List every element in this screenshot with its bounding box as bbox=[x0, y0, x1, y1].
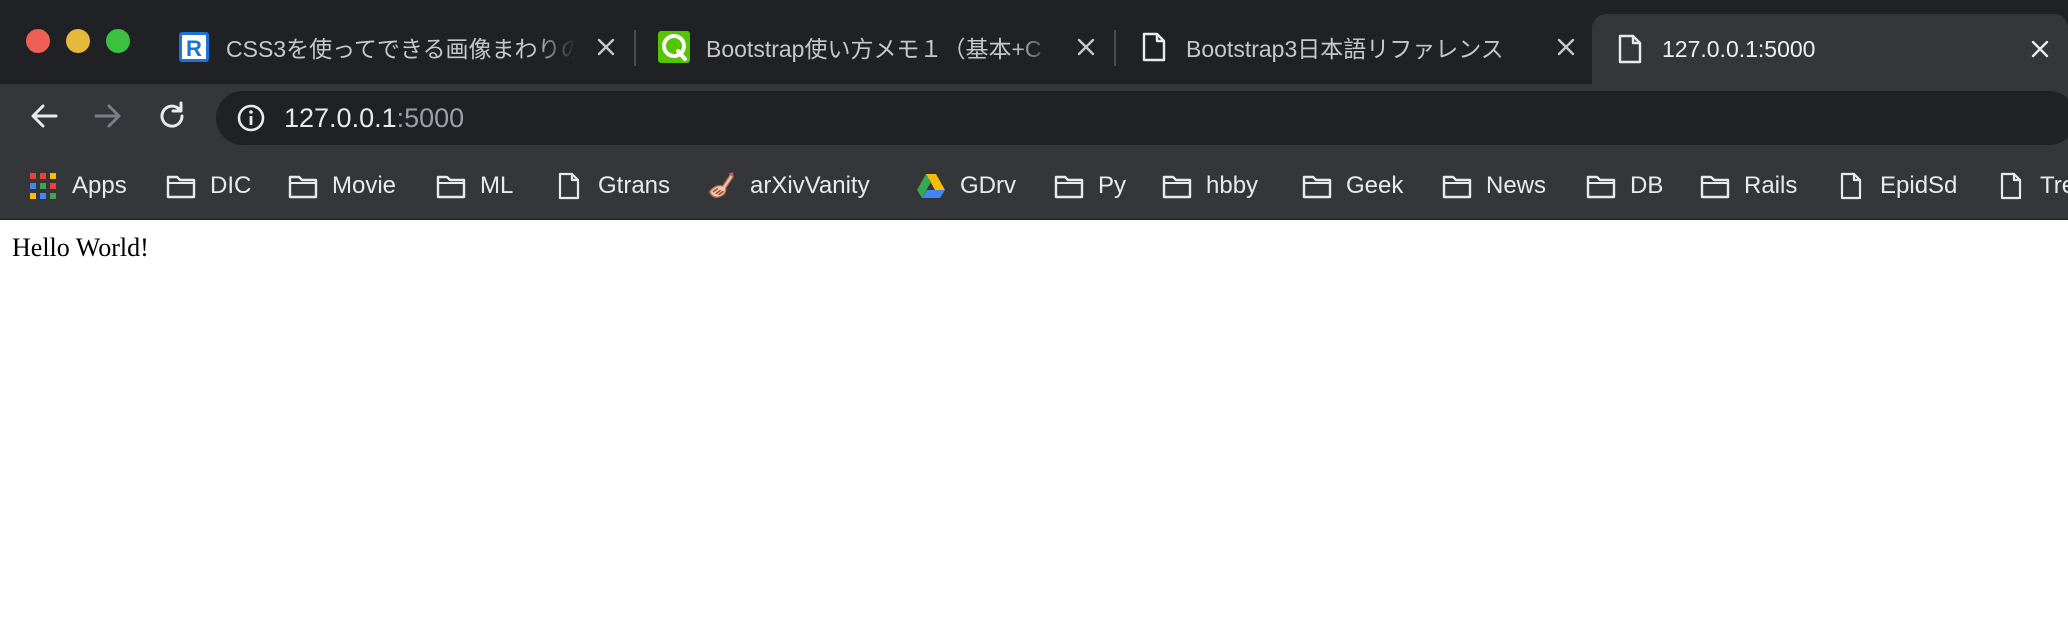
bookmark-apps[interactable]: Apps bbox=[28, 152, 127, 220]
bookmark-label: ML bbox=[480, 172, 514, 199]
tab-close-icon[interactable] bbox=[1552, 33, 1580, 61]
browser-toolbar: 127.0.0.1:5000 bbox=[0, 84, 2068, 152]
back-arrow-icon bbox=[29, 101, 59, 136]
arxiv-vanity-icon bbox=[706, 171, 736, 201]
tab-close-icon[interactable] bbox=[592, 33, 620, 61]
back-button[interactable] bbox=[24, 98, 64, 138]
tab-bootstrap3-reference[interactable]: Bootstrap3日本語リファレンス bbox=[1116, 14, 1594, 80]
bookmark-gdrv[interactable]: GDrv bbox=[916, 152, 1016, 220]
bookmark-folder-news[interactable]: News bbox=[1442, 152, 1546, 220]
bookmark-label: arXivVanity bbox=[750, 172, 870, 199]
tab-title: CSS3を使ってできる画像まわりの bbox=[226, 36, 576, 62]
bookmark-arxivvanity[interactable]: arXivVanity bbox=[706, 152, 870, 220]
bookmark-folder-py[interactable]: Py bbox=[1054, 152, 1126, 220]
folder-icon bbox=[436, 171, 466, 201]
forward-arrow-icon bbox=[93, 101, 123, 136]
bookmark-folder-hbby[interactable]: hbby bbox=[1162, 152, 1258, 220]
page-icon bbox=[554, 171, 584, 201]
apps-grid-icon bbox=[28, 171, 58, 201]
bookmark-folder-ml[interactable]: ML bbox=[436, 152, 513, 220]
page-viewport: Hello World! bbox=[0, 221, 2068, 622]
bookmark-folder-db[interactable]: DB bbox=[1586, 152, 1663, 220]
site-info-icon[interactable] bbox=[236, 103, 266, 133]
tab-localhost[interactable]: 127.0.0.1:5000 bbox=[1592, 14, 2068, 84]
folder-icon bbox=[1700, 171, 1730, 201]
bookmark-folder-dic[interactable]: DIC bbox=[166, 152, 251, 220]
tab-css3-images[interactable]: R CSS3を使ってできる画像まわりの bbox=[156, 14, 634, 80]
url-text[interactable]: 127.0.0.1:5000 bbox=[284, 91, 464, 145]
folder-icon bbox=[1054, 171, 1084, 201]
qiita-q-icon bbox=[658, 31, 690, 63]
folder-icon bbox=[1162, 171, 1192, 201]
bookmark-label: Movie bbox=[332, 172, 397, 199]
reload-icon bbox=[157, 101, 187, 136]
window-minimize-button[interactable] bbox=[66, 29, 90, 53]
bookmark-label: DIC bbox=[210, 172, 252, 199]
bookmark-folder-rails[interactable]: Rails bbox=[1700, 152, 1797, 220]
google-drive-icon bbox=[916, 171, 946, 201]
page-icon bbox=[1614, 33, 1646, 65]
reload-button[interactable] bbox=[152, 98, 192, 138]
r-logo-icon: R bbox=[178, 31, 210, 63]
folder-icon bbox=[288, 171, 318, 201]
page-body-text: Hello World! bbox=[12, 233, 149, 262]
bookmark-folder-movie[interactable]: Movie bbox=[288, 152, 396, 220]
bookmark-label: News bbox=[1486, 172, 1547, 199]
forward-button[interactable] bbox=[88, 98, 128, 138]
tab-close-icon[interactable] bbox=[1072, 33, 1100, 61]
window-maximize-button[interactable] bbox=[106, 29, 130, 53]
bookmark-label: GDrv bbox=[960, 172, 1016, 199]
bookmark-folder-geek[interactable]: Geek bbox=[1302, 152, 1403, 220]
folder-icon bbox=[1586, 171, 1616, 201]
window-close-button[interactable] bbox=[26, 29, 50, 53]
bookmark-gtrans[interactable]: Gtrans bbox=[554, 152, 670, 220]
folder-icon bbox=[166, 171, 196, 201]
bookmark-label: Geek bbox=[1346, 172, 1404, 199]
tab-title: 127.0.0.1:5000 bbox=[1662, 35, 1816, 62]
tab-title: Bootstrap使い方メモ１（基本+C bbox=[706, 36, 1042, 62]
tab-title: Bootstrap3日本語リファレンス bbox=[1186, 36, 1504, 62]
svg-text:R: R bbox=[186, 36, 202, 61]
folder-icon bbox=[1302, 171, 1332, 201]
page-icon bbox=[1996, 171, 2026, 201]
folder-icon bbox=[1442, 171, 1472, 201]
url-port: :5000 bbox=[396, 103, 465, 133]
page-icon bbox=[1836, 171, 1866, 201]
bookmark-label: hbby bbox=[1206, 172, 1259, 199]
page-icon bbox=[1138, 31, 1170, 63]
url-host: 127.0.0.1 bbox=[284, 103, 397, 133]
tab-strip: R CSS3を使ってできる画像まわりの Bootstrap使い方メモ１（基本+C bbox=[0, 0, 2068, 84]
tab-close-icon[interactable] bbox=[2026, 35, 2054, 63]
bookmark-label: DB bbox=[1630, 172, 1664, 199]
bookmark-label: Tre bbox=[2040, 172, 2068, 199]
bookmark-label: Apps bbox=[72, 172, 127, 199]
bookmark-label: Gtrans bbox=[598, 172, 671, 199]
bookmarks-bar: Apps DIC Movie ML Gtrans arXivVanity GDr… bbox=[0, 152, 2068, 220]
address-bar[interactable]: 127.0.0.1:5000 bbox=[216, 91, 2068, 145]
bookmark-epidsd[interactable]: EpidSd bbox=[1836, 152, 1957, 220]
bookmark-tre[interactable]: Tre bbox=[1996, 152, 2068, 220]
bookmark-label: Rails bbox=[1744, 172, 1798, 199]
bookmark-label: EpidSd bbox=[1880, 172, 1958, 199]
tab-bootstrap-memo[interactable]: Bootstrap使い方メモ１（基本+C bbox=[636, 14, 1114, 80]
bookmark-label: Py bbox=[1098, 172, 1127, 199]
